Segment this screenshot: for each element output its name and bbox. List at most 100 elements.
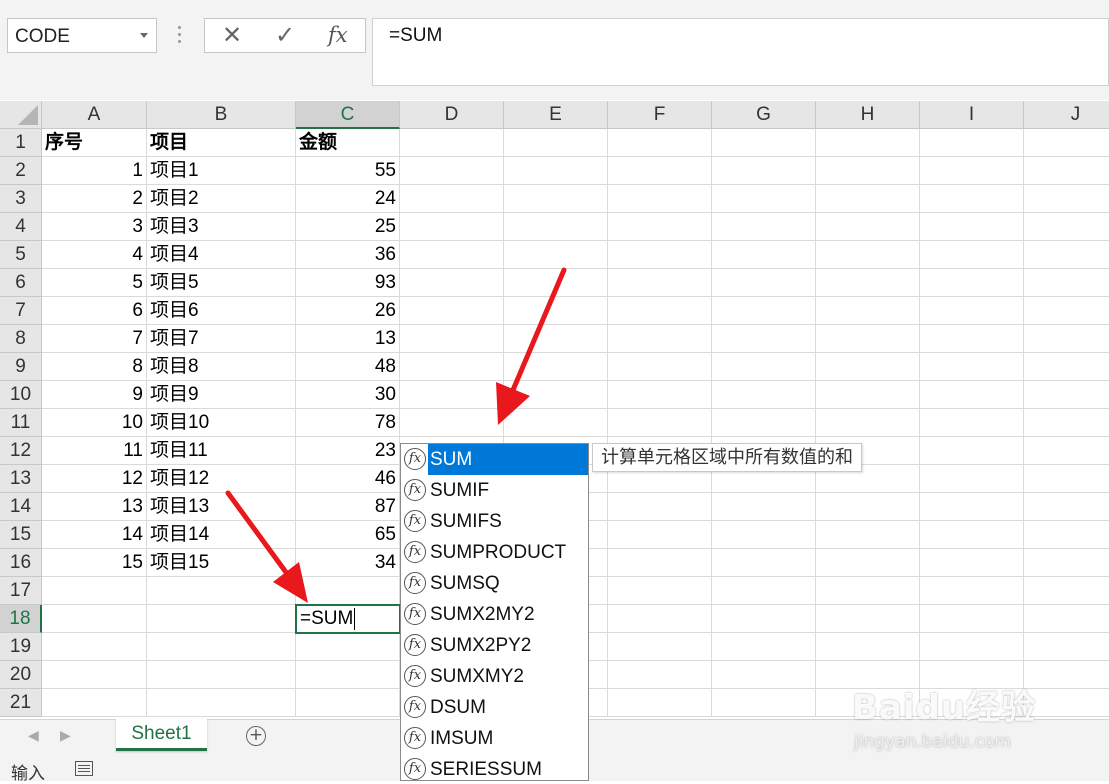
cell-b13[interactable]: 项目12 [147, 465, 296, 493]
cell-f18[interactable] [608, 605, 712, 633]
column-header-g[interactable]: G [712, 101, 816, 129]
cell-b15[interactable]: 项目14 [147, 521, 296, 549]
row-header-6[interactable]: 6 [0, 269, 42, 297]
cell-j11[interactable] [1024, 409, 1109, 437]
cell-j21[interactable] [1024, 689, 1109, 717]
cell-g3[interactable] [712, 185, 816, 213]
cell-i14[interactable] [920, 493, 1024, 521]
cell-b8[interactable]: 项目7 [147, 325, 296, 353]
cell-j20[interactable] [1024, 661, 1109, 689]
cell-d9[interactable] [400, 353, 504, 381]
cell-i8[interactable] [920, 325, 1024, 353]
cell-e9[interactable] [504, 353, 608, 381]
row-header-5[interactable]: 5 [0, 241, 42, 269]
cell-h10[interactable] [816, 381, 920, 409]
row-header-12[interactable]: 12 [0, 437, 42, 465]
cell-i15[interactable] [920, 521, 1024, 549]
cell-a1[interactable]: 序号 [42, 129, 147, 157]
column-header-c[interactable]: C [296, 101, 400, 129]
cell-c10[interactable]: 30 [296, 381, 400, 409]
cell-h18[interactable] [816, 605, 920, 633]
cell-d4[interactable] [400, 213, 504, 241]
cell-f16[interactable] [608, 549, 712, 577]
cell-b3[interactable]: 项目2 [147, 185, 296, 213]
cell-b1[interactable]: 项目 [147, 129, 296, 157]
cell-j14[interactable] [1024, 493, 1109, 521]
cell-h8[interactable] [816, 325, 920, 353]
cell-e11[interactable] [504, 409, 608, 437]
cell-a18[interactable] [42, 605, 147, 633]
cell-c6[interactable]: 93 [296, 269, 400, 297]
cell-h9[interactable] [816, 353, 920, 381]
cell-e3[interactable] [504, 185, 608, 213]
cell-b17[interactable] [147, 577, 296, 605]
cell-b9[interactable]: 项目8 [147, 353, 296, 381]
cell-d7[interactable] [400, 297, 504, 325]
cell-j8[interactable] [1024, 325, 1109, 353]
autocomplete-item-seriessum[interactable]: fx SERIESSUM [401, 754, 588, 780]
macro-record-icon[interactable] [75, 761, 93, 776]
row-header-15[interactable]: 15 [0, 521, 42, 549]
cell-b2[interactable]: 项目1 [147, 157, 296, 185]
cell-b7[interactable]: 项目6 [147, 297, 296, 325]
cell-f1[interactable] [608, 129, 712, 157]
cell-f14[interactable] [608, 493, 712, 521]
cell-a19[interactable] [42, 633, 147, 661]
row-header-1[interactable]: 1 [0, 129, 42, 157]
row-header-11[interactable]: 11 [0, 409, 42, 437]
scroll-right-icon[interactable]: ▶ [60, 728, 71, 744]
cell-a20[interactable] [42, 661, 147, 689]
cell-j7[interactable] [1024, 297, 1109, 325]
cell-a17[interactable] [42, 577, 147, 605]
cancel-icon[interactable]: ✕ [222, 21, 242, 49]
cell-d2[interactable] [400, 157, 504, 185]
cell-d3[interactable] [400, 185, 504, 213]
row-header-14[interactable]: 14 [0, 493, 42, 521]
row-header-13[interactable]: 13 [0, 465, 42, 493]
cell-b20[interactable] [147, 661, 296, 689]
row-header-17[interactable]: 17 [0, 577, 42, 605]
cell-e6[interactable] [504, 269, 608, 297]
more-options-icon[interactable] [178, 26, 182, 46]
cell-j5[interactable] [1024, 241, 1109, 269]
cell-f7[interactable] [608, 297, 712, 325]
cell-e10[interactable] [504, 381, 608, 409]
column-header-a[interactable]: A [42, 101, 147, 129]
cell-h6[interactable] [816, 269, 920, 297]
cell-e8[interactable] [504, 325, 608, 353]
cell-a7[interactable]: 6 [42, 297, 147, 325]
cell-i12[interactable] [920, 437, 1024, 465]
cell-a16[interactable]: 15 [42, 549, 147, 577]
cell-g5[interactable] [712, 241, 816, 269]
formula-input[interactable]: =SUM [372, 18, 1109, 86]
chevron-down-icon[interactable] [140, 33, 148, 38]
cell-i1[interactable] [920, 129, 1024, 157]
cell-e7[interactable] [504, 297, 608, 325]
cell-e4[interactable] [504, 213, 608, 241]
cell-h1[interactable] [816, 129, 920, 157]
cell-b5[interactable]: 项目4 [147, 241, 296, 269]
cell-g1[interactable] [712, 129, 816, 157]
cell-g19[interactable] [712, 633, 816, 661]
cell-j18[interactable] [1024, 605, 1109, 633]
cell-i19[interactable] [920, 633, 1024, 661]
cell-h15[interactable] [816, 521, 920, 549]
autocomplete-item-dsum[interactable]: fx DSUM [401, 692, 588, 723]
cell-c3[interactable]: 24 [296, 185, 400, 213]
cell-c4[interactable]: 25 [296, 213, 400, 241]
cell-f9[interactable] [608, 353, 712, 381]
cell-g17[interactable] [712, 577, 816, 605]
column-header-j[interactable]: J [1024, 101, 1109, 129]
cell-c8[interactable]: 13 [296, 325, 400, 353]
active-cell-editor[interactable]: =SUM [295, 604, 401, 634]
row-header-20[interactable]: 20 [0, 661, 42, 689]
autocomplete-item-sum[interactable]: fx SUM [401, 444, 588, 475]
cell-f10[interactable] [608, 381, 712, 409]
cell-b12[interactable]: 项目11 [147, 437, 296, 465]
autocomplete-item-sumif[interactable]: fx SUMIF [401, 475, 588, 506]
cell-i16[interactable] [920, 549, 1024, 577]
cell-e1[interactable] [504, 129, 608, 157]
column-header-i[interactable]: I [920, 101, 1024, 129]
cell-a10[interactable]: 9 [42, 381, 147, 409]
column-header-e[interactable]: E [504, 101, 608, 129]
